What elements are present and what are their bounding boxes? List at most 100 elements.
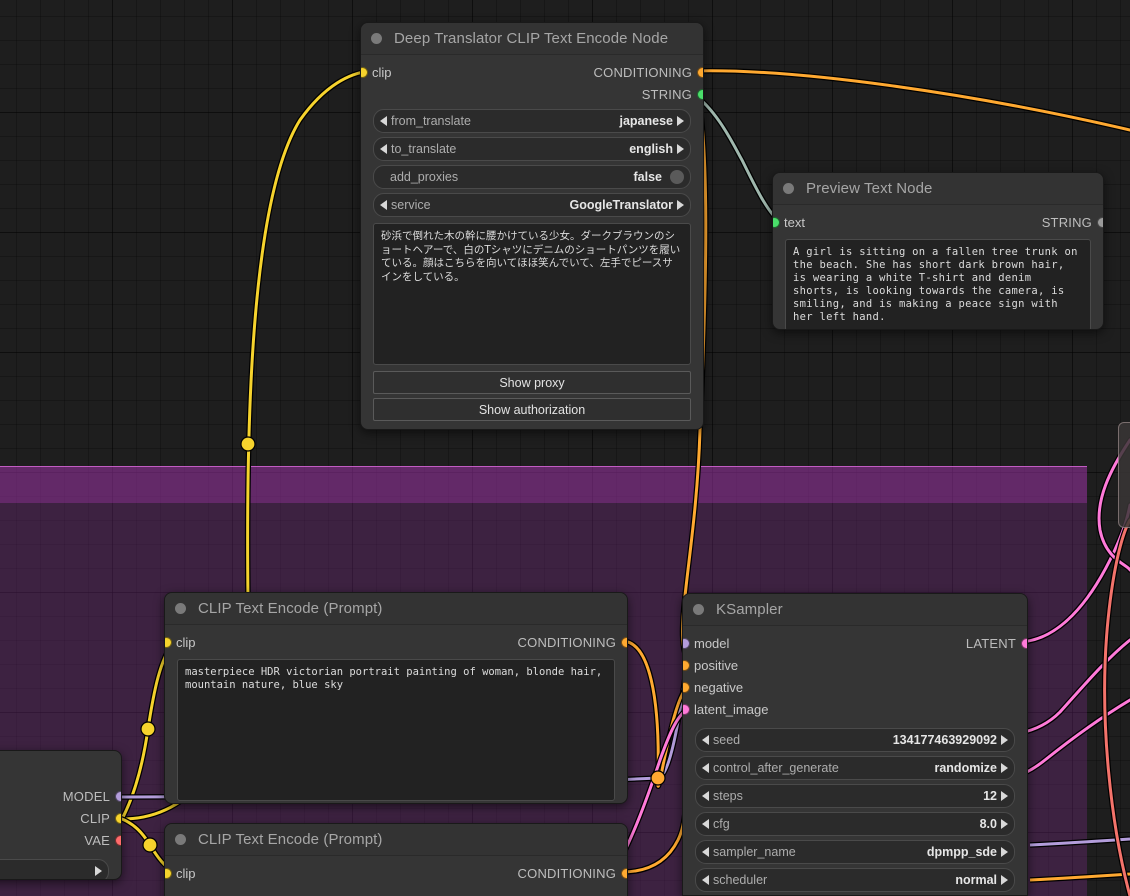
widget-service[interactable]: service GoogleTranslator — [373, 193, 691, 217]
node-collapse-dot[interactable] — [783, 183, 794, 194]
offscreen-node-edge[interactable] — [1118, 422, 1130, 528]
chevron-left-icon[interactable] — [702, 763, 709, 773]
slot-row-negative: negative — [683, 676, 1027, 698]
node-collapse-dot[interactable] — [175, 603, 186, 614]
node-header[interactable]: Preview Text Node — [773, 173, 1103, 205]
node-collapse-dot[interactable] — [693, 604, 704, 615]
input-port-model[interactable] — [683, 638, 690, 649]
output-port-conditioning[interactable] — [620, 868, 627, 879]
node-header[interactable]: Deep Translator CLIP Text Encode Node — [361, 23, 703, 55]
node-clip-text-encode-negative[interactable]: CLIP Text Encode (Prompt) clip CONDITION… — [164, 823, 628, 896]
chevron-right-icon[interactable] — [1001, 791, 1008, 801]
input-port-clip[interactable] — [361, 67, 368, 78]
widget-to-translate[interactable]: to_translate english — [373, 137, 691, 161]
slot-row-clip: CLIP — [0, 807, 121, 829]
node-title: Preview Text Node — [806, 180, 933, 197]
input-port-negative[interactable] — [683, 682, 690, 693]
widget-sampler-name[interactable]: sampler_name dpmpp_sde — [695, 840, 1015, 864]
node-collapse-dot[interactable] — [371, 33, 382, 44]
output-label-vae: VAE — [84, 832, 110, 848]
widget-scheduler[interactable]: scheduler normal — [695, 868, 1015, 892]
input-label-text: text — [784, 214, 805, 230]
slot-row-latent-image: latent_image — [683, 698, 1027, 720]
slot-row-string: STRING — [361, 83, 703, 105]
widget-value: randomize — [934, 761, 997, 775]
widget-value: english — [629, 142, 673, 156]
chevron-left-icon[interactable] — [380, 144, 387, 154]
widget-control-after-generate[interactable]: control_after_generate randomize — [695, 756, 1015, 780]
node-checkpoint-loader[interactable]: MODEL CLIP VAE 0.safetensors — [0, 750, 122, 880]
chevron-left-icon[interactable] — [702, 819, 709, 829]
chevron-left-icon[interactable] — [702, 847, 709, 857]
widget-from-translate[interactable]: from_translate japanese — [373, 109, 691, 133]
node-preview-text[interactable]: Preview Text Node text STRING A girl is … — [772, 172, 1104, 330]
node-header[interactable]: CLIP Text Encode (Prompt) — [165, 824, 627, 856]
widget-steps[interactable]: steps 12 — [695, 784, 1015, 808]
output-label-clip: CLIP — [80, 810, 110, 826]
input-port-text[interactable] — [773, 217, 780, 228]
output-port-string[interactable] — [1096, 217, 1103, 228]
input-port-positive[interactable] — [683, 660, 690, 671]
chevron-right-icon[interactable] — [1001, 735, 1008, 745]
chevron-left-icon[interactable] — [702, 791, 709, 801]
slot-row-model: model LATENT — [683, 632, 1027, 654]
output-label-conditioning: CONDITIONING — [517, 865, 616, 881]
input-port-clip[interactable] — [165, 868, 172, 879]
output-port-conditioning[interactable] — [620, 637, 627, 648]
node-ksampler[interactable]: KSampler model LATENT positive negative … — [682, 593, 1028, 896]
output-port-conditioning[interactable] — [696, 67, 703, 78]
prompt-textarea-japanese[interactable]: 砂浜で倒れた木の幹に腰かけている少女。ダークブラウンのショートヘアーで、白のTシ… — [373, 223, 691, 365]
node-body: clip CONDITIONING — [165, 862, 627, 884]
node-body: clip CONDITIONING STRING from_translate … — [361, 61, 703, 421]
chevron-left-icon[interactable] — [702, 735, 709, 745]
chevron-right-icon[interactable] — [95, 866, 102, 876]
chevron-right-icon[interactable] — [677, 116, 684, 126]
widget-cfg[interactable]: cfg 8.0 — [695, 812, 1015, 836]
prompt-textarea-positive[interactable]: masterpiece HDR victorian portrait paint… — [177, 659, 615, 801]
slot-row-clip: clip CONDITIONING — [165, 862, 627, 884]
node-body: MODEL CLIP VAE 0.safetensors — [0, 751, 121, 879]
output-label-latent: LATENT — [965, 635, 1016, 651]
chevron-right-icon[interactable] — [677, 200, 684, 210]
node-header[interactable]: KSampler — [683, 594, 1027, 626]
output-port-vae[interactable] — [114, 835, 121, 846]
input-label-clip: clip — [372, 64, 392, 80]
output-label-string: STRING — [641, 86, 692, 102]
chevron-right-icon[interactable] — [1001, 875, 1008, 885]
widget-label: cfg — [713, 817, 730, 831]
widget-ckpt-name[interactable]: 0.safetensors — [0, 859, 109, 879]
widget-add-proxies[interactable]: add_proxies false — [373, 165, 691, 189]
widget-value: GoogleTranslator — [569, 198, 674, 212]
widget-label: seed — [713, 733, 741, 747]
chevron-right-icon[interactable] — [1001, 763, 1008, 773]
node-header[interactable]: CLIP Text Encode (Prompt) — [165, 593, 627, 625]
output-label-conditioning: CONDITIONING — [517, 634, 616, 650]
chevron-left-icon[interactable] — [380, 116, 387, 126]
node-title: Deep Translator CLIP Text Encode Node — [394, 30, 669, 47]
node-deep-translator-clip-text-encode[interactable]: Deep Translator CLIP Text Encode Node cl… — [360, 22, 704, 430]
chevron-right-icon[interactable] — [1001, 847, 1008, 857]
widget-seed[interactable]: seed 134177463929092 — [695, 728, 1015, 752]
toggle-knob-icon[interactable] — [670, 170, 684, 184]
chevron-right-icon[interactable] — [1001, 819, 1008, 829]
output-port-model[interactable] — [114, 791, 121, 802]
slot-row-model: MODEL — [0, 785, 121, 807]
show-proxy-button[interactable]: Show proxy — [373, 371, 691, 394]
chevron-left-icon[interactable] — [380, 200, 387, 210]
output-port-clip[interactable] — [114, 813, 121, 824]
preview-text-content[interactable]: A girl is sitting on a fallen tree trunk… — [785, 239, 1091, 329]
group-title-bar[interactable] — [0, 466, 1087, 503]
node-graph-canvas[interactable]: Deep Translator CLIP Text Encode Node cl… — [0, 0, 1130, 896]
output-port-latent[interactable] — [1020, 638, 1027, 649]
node-clip-text-encode-positive[interactable]: CLIP Text Encode (Prompt) clip CONDITION… — [164, 592, 628, 804]
output-port-string[interactable] — [696, 89, 703, 100]
input-port-latent-image[interactable] — [683, 704, 690, 715]
show-authorization-button[interactable]: Show authorization — [373, 398, 691, 421]
chevron-left-icon[interactable] — [702, 875, 709, 885]
widget-label: steps — [713, 789, 743, 803]
input-port-clip[interactable] — [165, 637, 172, 648]
node-collapse-dot[interactable] — [175, 834, 186, 845]
chevron-right-icon[interactable] — [677, 144, 684, 154]
slot-row-clip: clip CONDITIONING — [361, 61, 703, 83]
widget-label: to_translate — [391, 142, 457, 156]
